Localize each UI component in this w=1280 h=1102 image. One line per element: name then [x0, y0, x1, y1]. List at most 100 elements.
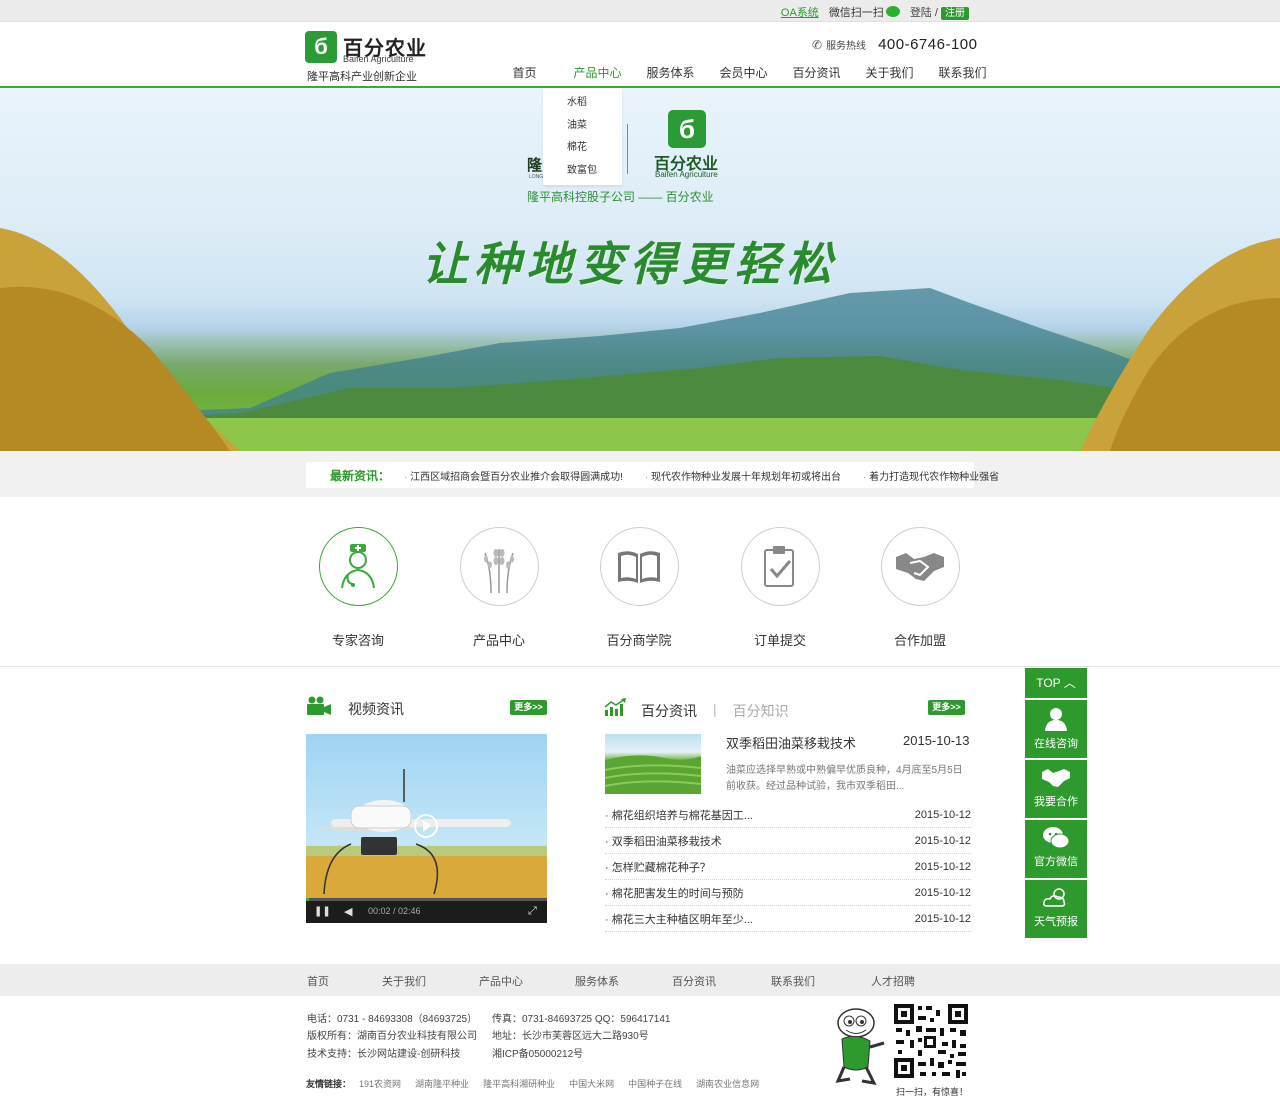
login-link[interactable]: 登陆 /: [910, 7, 938, 19]
tab-baifen-news[interactable]: 百分资讯: [641, 701, 697, 721]
register-button[interactable]: 注册: [941, 7, 969, 20]
hotline-label: 服务热线: [826, 41, 867, 52]
news-item-date: 2015-10-12: [914, 912, 971, 925]
site-header: б 百分农业 Baifen Agriculture 隆平高科产业创新企业 ✆ 服…: [0, 22, 1280, 92]
doctor-icon: [318, 527, 398, 606]
nav-news[interactable]: 百分资讯: [780, 64, 853, 81]
news-more-button[interactable]: 更多>>: [928, 700, 965, 715]
online-consult-button[interactable]: 在线咨询: [1025, 700, 1087, 758]
friend-link[interactable]: 湖南隆平种业: [415, 1077, 469, 1090]
video-more-button[interactable]: 更多>>: [510, 700, 547, 715]
news-tabs: 百分资讯 | 百分知识: [641, 701, 789, 721]
footer-tech-support[interactable]: 技术支持：长沙网站建设-创研科技: [307, 1045, 460, 1060]
dropdown-item-wealth-pack[interactable]: 致富包: [543, 160, 622, 183]
news-list-item[interactable]: 棉花组织培养与棉花基因工... 2015-10-12: [605, 802, 971, 828]
ticker-item[interactable]: 江西区域招商会暨百分农业推介会取得圆满成功!: [404, 468, 623, 483]
footer-icp[interactable]: 湘ICP备05000212号: [492, 1045, 583, 1060]
quick-link-order[interactable]: 订单提交: [740, 527, 820, 649]
featured-news-date: 2015-10-13: [903, 733, 970, 748]
brand-divider: [627, 124, 628, 174]
footer-nav-item[interactable]: 百分资讯: [672, 973, 716, 989]
footer-nav-item[interactable]: 服务体系: [575, 973, 619, 989]
quick-link-academy[interactable]: 百分商学院: [599, 527, 679, 649]
friend-link[interactable]: 中国种子在线: [628, 1077, 682, 1090]
dropdown-item-cotton[interactable]: 棉花: [543, 137, 622, 160]
quick-link-label: 订单提交: [753, 633, 806, 648]
longping-mark: 隆: [527, 157, 543, 174]
friend-link[interactable]: 湖南农业信息网: [696, 1077, 759, 1090]
main-nav: 首页 产品中心 服务体系 会员中心 百分资讯 关于我们 联系我们: [488, 64, 999, 92]
featured-news-desc: 油菜应选择早熟或中熟偏早优质良种，4月底至5月5日前收获。经过品种试验，我市双季…: [726, 765, 963, 792]
quick-link-label: 合作加盟: [893, 633, 946, 648]
banner-subtitle: 隆平高科控股子公司 —— 百分农业: [527, 190, 714, 204]
quick-link-label: 专家咨询: [331, 633, 384, 648]
ticker-label: 最新资讯：: [330, 468, 391, 483]
news-item-title: 双季稻田油菜移栽技术: [605, 833, 722, 849]
qr-code: [892, 1002, 970, 1080]
video-section-title: 视频资讯: [348, 701, 404, 717]
footer-address: 地址：长沙市芙蓉区远大二路930号: [492, 1031, 649, 1042]
nav-contact[interactable]: 联系我们: [926, 64, 999, 81]
banner-brand-en: Baifen Agriculture: [655, 170, 718, 179]
back-to-top-button[interactable]: TOP ︿: [1025, 668, 1087, 698]
news-list: 棉花组织培养与棉花基因工... 2015-10-12 双季稻田油菜移栽技术 2015…: [605, 802, 971, 932]
volume-icon[interactable]: ◀: [344, 905, 352, 918]
logo-mark-icon: б: [305, 31, 337, 63]
longping-en: LONG: [529, 174, 544, 180]
wechat-scan-label: 微信扫一扫: [828, 7, 884, 19]
news-item-title: 棉花组织培养与棉花基因工...: [605, 807, 753, 823]
pause-icon[interactable]: ❚❚: [314, 906, 331, 917]
dropdown-item-rice[interactable]: 水稻: [543, 92, 622, 115]
footer-nav-item[interactable]: 联系我们: [771, 973, 815, 989]
quick-link-partner[interactable]: 合作加盟: [880, 527, 960, 649]
nav-members[interactable]: 会员中心: [707, 64, 780, 81]
news-list-item[interactable]: 怎样贮藏棉花种子？ 2015-10-12: [605, 854, 971, 880]
friend-link[interactable]: 中国大米网: [569, 1077, 614, 1090]
fullscreen-icon[interactable]: ⤢: [528, 905, 537, 918]
hotline: ✆ 服务热线 400-6746-100: [812, 36, 977, 53]
footer-nav-item[interactable]: 人才招聘: [871, 973, 915, 989]
friend-links: 友情链接： 191农资网 湖南隆平种业 隆平高科湘研种业 中国大米网 中国种子在…: [306, 1077, 773, 1090]
footer-nav: 首页 关于我们 产品中心 服务体系 百分资讯 联系我们 人才招聘: [0, 964, 1280, 996]
wechat-scan-link[interactable]: 微信扫一扫: [829, 4, 900, 20]
tab-baifen-knowledge[interactable]: 百分知识: [733, 701, 789, 721]
friend-link[interactable]: 191农资网: [359, 1077, 401, 1090]
footer-nav-item[interactable]: 产品中心: [479, 973, 523, 989]
ticker-item[interactable]: 着力打造现代农作物种业强省: [863, 468, 999, 483]
footer-nav-item[interactable]: 首页: [307, 973, 329, 989]
cooperate-button[interactable]: 我要合作: [1025, 760, 1087, 818]
news-list-item[interactable]: 双季稻田油菜移栽技术 2015-10-12: [605, 828, 971, 854]
footer-nav-item[interactable]: 关于我们: [382, 973, 426, 989]
quick-link-label: 百分商学院: [606, 633, 672, 648]
ticker-item[interactable]: 现代农作物种业发展十年规划年初或将出台: [645, 468, 841, 483]
nav-products[interactable]: 产品中心: [561, 64, 634, 92]
book-icon: [599, 527, 679, 606]
video-player[interactable]: ❚❚ ◀ 00:02 / 02:46 ⤢: [306, 734, 547, 923]
video-progress-fill: [306, 898, 309, 901]
featured-news-image[interactable]: [605, 734, 701, 794]
news-item-title: 棉花肥害发生的时间与预防: [605, 885, 744, 901]
nav-services[interactable]: 服务体系: [634, 64, 707, 81]
quick-links: 专家咨询 产品中心 百分商学院 订单提交 合作加盟: [0, 497, 1280, 667]
logo-name-en: Baifen Agriculture: [343, 54, 414, 64]
news-list-item[interactable]: 棉花三大主种植区明年至少... 2015-10-12: [605, 906, 971, 932]
video-time: 00:02 / 02:46: [368, 906, 421, 916]
nav-about[interactable]: 关于我们: [853, 64, 926, 81]
featured-news-title[interactable]: 双季稻田油菜移栽技术: [726, 733, 856, 752]
dropdown-item-rapeseed[interactable]: 油菜: [543, 115, 622, 138]
top-bar: OA系统 微信扫一扫 登陆 / 注册: [0, 0, 1280, 22]
friend-link[interactable]: 隆平高科湘研种业: [483, 1077, 555, 1090]
quick-link-products[interactable]: 产品中心: [459, 527, 539, 649]
handshake-icon: [1042, 769, 1070, 787]
news-item-date: 2015-10-12: [914, 808, 971, 821]
official-wechat-button[interactable]: 官方微信: [1025, 820, 1087, 878]
site-slogan: 隆平高科产业创新企业: [307, 71, 417, 83]
clipboard-icon: [740, 527, 820, 606]
video-progress-bar[interactable]: [306, 898, 547, 901]
quick-link-expert[interactable]: 专家咨询: [318, 527, 398, 649]
oa-system-link[interactable]: OA系统: [781, 4, 819, 20]
weather-icon: [1043, 888, 1066, 907]
nav-home[interactable]: 首页: [488, 64, 561, 81]
news-list-item[interactable]: 棉花肥害发生的时间与预防 2015-10-12: [605, 880, 971, 906]
weather-forecast-button[interactable]: 天气预报: [1025, 880, 1087, 938]
